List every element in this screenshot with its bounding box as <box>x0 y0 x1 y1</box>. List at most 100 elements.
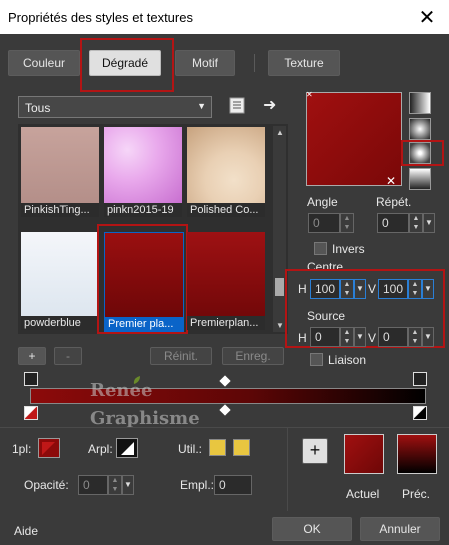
centre-h-spinner[interactable]: ▲ ▼ <box>340 279 354 299</box>
angle-label: Angle <box>307 195 338 209</box>
gradient-thumb-premierplan[interactable]: Premierplan... <box>187 232 265 330</box>
cancel-button[interactable]: Annuler <box>360 517 440 541</box>
first-plan-label: 1pl: <box>12 442 32 456</box>
background-plan-color-button[interactable] <box>116 438 138 458</box>
location-input[interactable]: 0 <box>214 475 252 495</box>
current-swatch[interactable] <box>344 434 384 474</box>
add-gradient-button[interactable]: + <box>18 347 46 365</box>
list-view-icon[interactable] <box>228 96 246 116</box>
opacity-spinner[interactable]: ▲ ▼ <box>108 475 122 495</box>
link-checkbox[interactable] <box>310 353 323 366</box>
repeat-spinner[interactable]: ▲ ▼ <box>409 213 423 233</box>
source-crosshair-icon[interactable]: ✕ <box>386 174 396 188</box>
repeat-input[interactable]: 0 <box>377 213 409 233</box>
angle-spinner[interactable]: ▲ ▼ <box>340 213 354 233</box>
location-label: Empl.: <box>180 478 215 492</box>
gradient-thumb-pinkishting[interactable]: PinkishTing... <box>21 127 99 217</box>
thumb-caption: powderblue <box>21 316 99 330</box>
gradient-filter-dropdown[interactable]: Tous ▼ <box>18 96 212 118</box>
angle-input[interactable]: 0 <box>308 213 340 233</box>
help-link[interactable]: Aide <box>14 524 38 538</box>
close-icon[interactable]: ✕ <box>415 5 439 30</box>
divider-vertical <box>287 427 288 511</box>
source-h-dropdown[interactable]: ▼ <box>354 327 366 347</box>
current-label: Actuel <box>346 487 380 501</box>
scroll-up-icon[interactable]: ▲ <box>276 128 284 137</box>
previous-label: Préc. <box>402 487 431 501</box>
invert-label: Invers <box>332 242 365 256</box>
gradient-thumb-powderblue[interactable]: powderblue <box>21 232 99 330</box>
rectangular-style-button[interactable] <box>409 118 431 140</box>
centre-v-spinner[interactable]: ▲ ▼ <box>408 279 422 299</box>
thumb-swatch <box>21 232 99 316</box>
centre-v-label: V <box>368 282 377 296</box>
repeat-dropdown[interactable]: ▼ <box>423 213 435 233</box>
thumb-caption: Premier pla... <box>105 317 183 331</box>
source-v-input[interactable]: 0 <box>378 327 408 347</box>
watermark-text-2: Graphisme <box>90 408 200 429</box>
ok-button[interactable]: OK <box>272 517 352 541</box>
gradient-thumb-polished[interactable]: Polished Co... <box>187 127 265 217</box>
source-v-dropdown[interactable]: ▼ <box>422 327 434 347</box>
user-color-label: Util.: <box>178 442 202 456</box>
scroll-down-icon[interactable]: ▼ <box>276 321 284 330</box>
first-plan-color-button[interactable] <box>38 438 60 458</box>
source-v-label: V <box>368 331 377 345</box>
preview-corner-marker: ✕ <box>306 90 313 99</box>
thumb-swatch <box>187 232 265 316</box>
arrow-right-icon[interactable]: ➜ <box>263 95 276 115</box>
centre-h-input[interactable]: 100 <box>310 279 340 299</box>
previous-swatch[interactable] <box>397 434 437 474</box>
window-title: Propriétés des styles et textures <box>8 10 193 25</box>
watermark-text-1: Renee <box>90 380 153 401</box>
user-color-swatch-2[interactable] <box>233 439 250 456</box>
thumb-swatch <box>21 127 99 203</box>
sunburst-style-button[interactable] <box>409 142 431 164</box>
source-label: Source <box>307 309 346 323</box>
remove-gradient-button[interactable]: - <box>54 347 82 365</box>
gradient-thumb-pinkn2015[interactable]: pinkn2015-19 <box>104 127 182 217</box>
gradient-preview <box>306 92 402 186</box>
tab-texture[interactable]: Texture <box>268 50 340 76</box>
opacity-dropdown[interactable]: ▼ <box>122 475 134 495</box>
source-h-input[interactable]: 0 <box>310 327 340 347</box>
link-label: Liaison <box>328 353 367 367</box>
midpoint-top-marker[interactable] <box>219 375 231 387</box>
gradient-thumb-premier-plan-selected[interactable]: Premier pla... <box>104 232 184 332</box>
scroll-thumb[interactable] <box>275 278 284 296</box>
end-color-marker-icon[interactable] <box>413 372 427 386</box>
thumb-swatch <box>187 127 265 203</box>
end-stop-marker-icon[interactable] <box>413 406 427 420</box>
chevron-down-icon: ▼ <box>197 101 206 111</box>
thumb-caption: Polished Co... <box>187 203 265 217</box>
save-gradient-button[interactable]: Enreg. <box>222 347 284 365</box>
radial-style-button[interactable] <box>409 168 431 190</box>
tab-motif[interactable]: Motif <box>175 50 235 76</box>
background-plan-label: Arpl: <box>88 442 113 456</box>
repeat-label: Répét. <box>376 195 412 209</box>
opacity-label: Opacité: <box>24 478 69 492</box>
linear-style-button[interactable] <box>409 92 431 114</box>
start-stop-marker-icon[interactable] <box>24 406 38 420</box>
source-v-spinner[interactable]: ▲ ▼ <box>408 327 422 347</box>
midpoint-bottom-marker[interactable] <box>219 404 231 416</box>
source-h-spinner[interactable]: ▲ ▼ <box>340 327 354 347</box>
centre-v-dropdown[interactable]: ▼ <box>422 279 434 299</box>
reset-button[interactable]: Réinit. <box>150 347 212 365</box>
add-swatch-button[interactable]: + <box>302 438 328 464</box>
tab-degrade[interactable]: Dégradé <box>89 50 161 76</box>
thumb-caption: Premierplan... <box>187 316 265 330</box>
source-h-label: H <box>298 331 307 345</box>
divider <box>0 427 449 428</box>
start-color-marker-icon[interactable] <box>24 372 38 386</box>
tab-couleur[interactable]: Couleur <box>8 50 80 76</box>
user-color-swatch[interactable] <box>209 439 226 456</box>
centre-v-input[interactable]: 100 <box>378 279 408 299</box>
leaf-icon <box>132 374 142 384</box>
thumb-caption: pinkn2015-19 <box>104 203 182 217</box>
invert-checkbox[interactable] <box>314 242 327 255</box>
centre-h-label: H <box>298 282 307 296</box>
centre-h-dropdown[interactable]: ▼ <box>354 279 366 299</box>
title-bar: Propriétés des styles et textures ✕ <box>0 0 449 34</box>
opacity-input[interactable]: 0 <box>78 475 108 495</box>
